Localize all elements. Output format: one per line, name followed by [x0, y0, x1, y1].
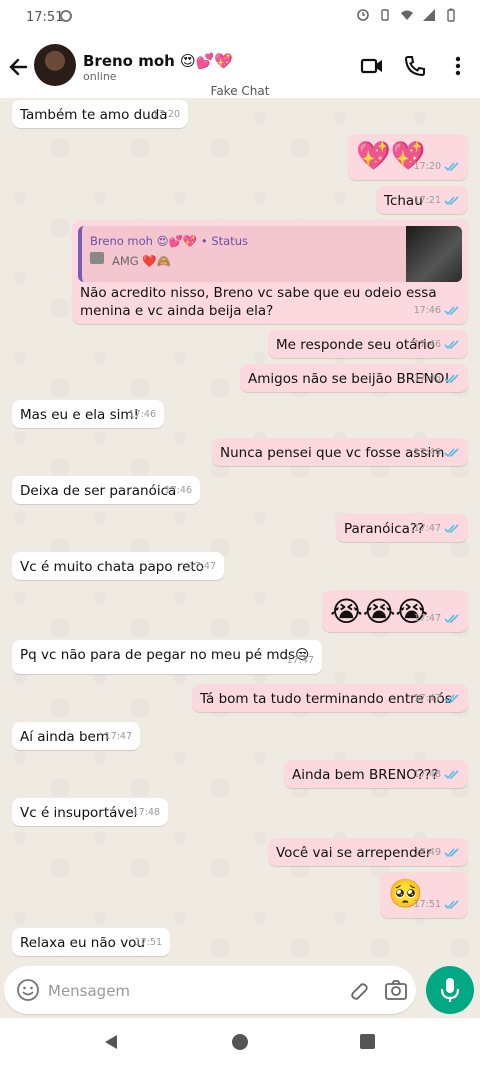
message-time: 17:46	[414, 370, 460, 388]
nav-recents-icon[interactable]	[360, 1034, 375, 1049]
camera-icon[interactable]	[384, 978, 408, 1002]
read-ticks-icon	[444, 694, 459, 704]
message-text: Pq vc não para de pegar no meu pé mds😒	[20, 647, 310, 663]
message-text: Você vai se arrepender	[276, 845, 432, 861]
signal-icon	[423, 9, 435, 21]
message-time: 17:48	[132, 807, 160, 818]
message-incoming[interactable]: Deixa de ser paranóica 17:46	[12, 476, 200, 504]
quoted-text: AMG ❤️🙈	[112, 254, 171, 268]
message-incoming[interactable]: Também te amo duda 17:20	[12, 100, 188, 128]
nav-back-icon[interactable]	[102, 1033, 120, 1051]
message-incoming[interactable]: Aí ainda bem 17:47	[12, 722, 140, 750]
message-outgoing[interactable]: Paranóica?? 17:47	[336, 514, 468, 542]
contact-name[interactable]: Breno moh 😍💕💖	[83, 52, 233, 70]
message-time: 17:47	[286, 655, 314, 666]
vibrate-icon	[381, 9, 389, 21]
avatar[interactable]	[34, 44, 76, 86]
phone-icon[interactable]	[403, 54, 427, 78]
message-text: Paranóica??	[344, 521, 425, 537]
read-ticks-icon	[444, 900, 459, 910]
read-ticks-icon	[444, 340, 459, 350]
message-time: 17:47	[414, 520, 460, 538]
video-call-icon[interactable]	[360, 54, 384, 78]
message-text: Relaxa eu não vou	[20, 935, 145, 951]
message-incoming[interactable]: Mas eu e ela sim! 17:46	[12, 400, 164, 428]
message-time: 17:47	[104, 731, 132, 742]
message-incoming[interactable]: Vc é muito chata papo reto 17:47	[12, 552, 224, 580]
status-bar: 17:51	[0, 0, 480, 36]
compose-bar	[4, 966, 416, 1014]
mic-button[interactable]	[426, 966, 474, 1014]
read-ticks-icon	[444, 770, 459, 780]
read-ticks-icon	[444, 196, 459, 206]
message-time: 17:47	[414, 690, 460, 708]
message-text: Vc é insuportável	[20, 805, 138, 821]
read-ticks-icon	[444, 848, 459, 858]
message-time: 17:21	[414, 192, 460, 210]
message-outgoing[interactable]: Me responde seu otário 17:46	[268, 330, 468, 358]
read-ticks-icon	[444, 448, 459, 458]
quoted-status[interactable]: Breno moh 😍💕💖 • Status AMG ❤️🙈	[78, 226, 462, 282]
message-text: Aí ainda bem	[20, 729, 110, 745]
back-arrow-icon[interactable]	[6, 52, 32, 82]
message-outgoing-reply[interactable]: Breno moh 😍💕💖 • Status AMG ❤️🙈 Não acred…	[72, 220, 468, 324]
message-time: 17:46	[414, 302, 460, 320]
read-ticks-icon	[444, 162, 459, 172]
message-time: 17:46	[164, 485, 192, 496]
message-input[interactable]	[46, 976, 300, 1006]
read-ticks-icon	[444, 524, 459, 534]
message-incoming[interactable]: Vc é insuportável 17:48	[12, 798, 168, 826]
message-time: 17:49	[414, 844, 460, 862]
quoted-thumbnail	[406, 226, 462, 282]
message-time: 17:46	[414, 336, 460, 354]
message-text: Nunca pensei que vc fosse assim	[220, 445, 445, 461]
message-text: Deixa de ser paranóica	[20, 483, 177, 499]
message-time: 17:51	[134, 937, 162, 948]
message-time: 17:51	[414, 896, 460, 914]
message-outgoing[interactable]: Tchau 17:21	[376, 186, 468, 214]
system-nav-bar	[0, 1018, 480, 1066]
message-time: 17:48	[414, 766, 460, 784]
message-outgoing[interactable]: Tá bom ta tudo terminando entre nós 17:4…	[192, 684, 468, 712]
message-incoming[interactable]: Relaxa eu não vou 17:51	[12, 928, 170, 956]
message-outgoing[interactable]: 💖💖 17:20	[348, 134, 468, 180]
read-ticks-icon	[444, 614, 459, 624]
more-vert-icon[interactable]	[446, 54, 470, 78]
message-list[interactable]: Também te amo duda 17:20 💖💖 17:20 Tchau …	[0, 98, 480, 966]
read-ticks-icon	[444, 374, 459, 384]
message-time: 17:47	[188, 561, 216, 572]
wifi-icon	[401, 10, 413, 20]
watermark-label: Fake Chat	[210, 84, 270, 98]
image-icon	[90, 252, 104, 264]
message-text: Me responde seu otário	[276, 337, 435, 353]
message-outgoing[interactable]: 🥺 17:51	[380, 872, 468, 918]
message-time: 17:46	[128, 409, 156, 420]
contact-status: online	[83, 70, 117, 83]
message-outgoing[interactable]: Você vai se arrepender 17:49	[268, 838, 468, 866]
message-time: 17:20	[152, 109, 180, 120]
message-time: 17:46	[414, 444, 460, 462]
message-outgoing[interactable]: Nunca pensei que vc fosse assim 17:46	[212, 438, 468, 466]
message-outgoing[interactable]: Amigos não se beijão BRENO! 17:46	[240, 364, 468, 392]
emoji-icon[interactable]	[16, 978, 40, 1002]
message-time: 17:47	[414, 610, 460, 628]
battery-icon	[447, 8, 455, 22]
message-text: Mas eu e ela sim!	[20, 407, 139, 423]
message-outgoing[interactable]: 😭😭😭 17:47	[322, 590, 468, 632]
message-incoming[interactable]: Pq vc não para de pegar no meu pé mds😒 1…	[12, 640, 322, 674]
message-text: Vc é muito chata papo reto	[20, 559, 205, 575]
message-text: Também te amo duda	[20, 107, 168, 123]
message-text: Não acredito nisso, Breno vc sabe que eu…	[80, 285, 437, 319]
message-outgoing[interactable]: Ainda bem BRENO??? 17:48	[284, 760, 468, 788]
message-time: 17:20	[414, 158, 460, 176]
nav-home-icon[interactable]	[232, 1034, 248, 1050]
attach-icon[interactable]	[346, 978, 370, 1002]
notification-icon	[60, 10, 72, 22]
alarm-icon	[357, 9, 369, 21]
status-icons	[356, 8, 458, 22]
status-time: 17:51	[26, 10, 64, 25]
quoted-author: Breno moh 😍💕💖 • Status	[90, 234, 248, 248]
mic-icon	[440, 978, 460, 1002]
read-ticks-icon	[444, 306, 459, 316]
